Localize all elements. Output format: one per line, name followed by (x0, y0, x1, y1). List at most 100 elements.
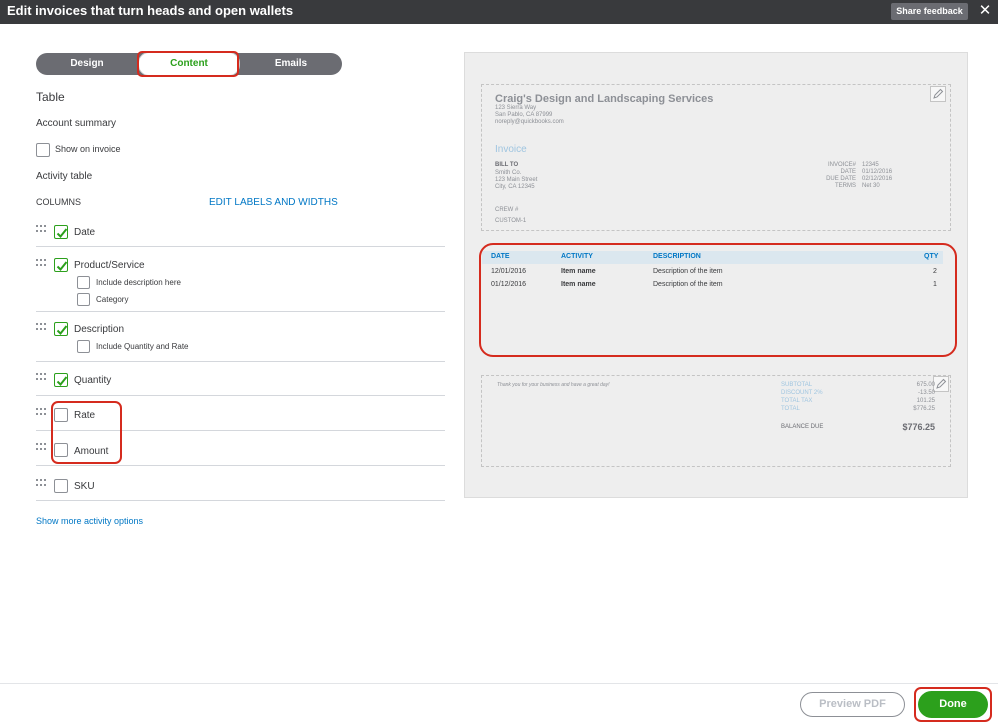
show-on-invoice-checkbox[interactable] (36, 143, 50, 157)
include-description-checkbox[interactable] (77, 276, 90, 289)
tab-design[interactable]: Design (36, 53, 138, 75)
description-column-checkbox[interactable] (54, 322, 68, 336)
row-divider (36, 311, 445, 312)
row-divider (36, 430, 445, 431)
section-title: Table (36, 90, 65, 104)
meta-label: DUE DATE (826, 176, 856, 182)
edit-labels-link[interactable]: EDIT LABELS AND WIDTHS (209, 197, 338, 208)
checkmark-icon (56, 261, 68, 271)
drag-handle-icon[interactable] (36, 373, 46, 381)
meta-label: TERMS (835, 183, 856, 189)
include-description-label: Include description here (96, 278, 181, 287)
preview-pdf-button[interactable]: Preview PDF (800, 692, 905, 717)
drag-handle-icon[interactable] (36, 408, 46, 416)
total-value: -13.50 (917, 390, 935, 396)
quantity-column-checkbox[interactable] (54, 373, 68, 387)
include-quantity-rate-label: Include Quantity and Rate (96, 342, 189, 351)
show-more-activity-options-link[interactable]: Show more activity options (36, 516, 143, 526)
rate-column-label: Rate (74, 410, 96, 421)
meta-value: Net 30 (862, 183, 880, 189)
th-activity: ACTIVITY (561, 253, 593, 260)
tab-emails[interactable]: Emails (240, 53, 342, 75)
sku-column-checkbox[interactable] (54, 479, 68, 493)
company-address-line2: San Pablo, CA 87999 (495, 112, 553, 118)
meta-value: 12345 (862, 162, 879, 168)
close-icon[interactable]: ✕ (977, 2, 993, 20)
pencil-icon[interactable] (930, 86, 946, 102)
th-qty: QTY (924, 253, 939, 260)
category-label: Category (96, 295, 129, 304)
bill-to-line: City, CA 12345 (495, 184, 535, 190)
table-row-date: 12/01/2016 (491, 268, 527, 275)
bill-to-line: 123 Main Street (495, 177, 538, 183)
table-row-activity: Item name (561, 281, 596, 288)
table-row-description: Description of the item (653, 268, 723, 275)
account-summary-label: Account summary (36, 118, 117, 129)
tab-bar: Design Emails Content (36, 52, 342, 76)
row-divider (36, 246, 445, 247)
footer-divider (0, 683, 998, 684)
table-row-qty: 1 (933, 281, 937, 288)
show-on-invoice-label: Show on invoice (55, 144, 121, 154)
meta-label: INVOICE# (827, 162, 856, 168)
pencil-icon[interactable] (933, 376, 949, 392)
row-divider (36, 500, 445, 501)
drag-handle-icon[interactable] (36, 443, 46, 451)
crew-label: CREW # (495, 207, 519, 213)
total-value: 675.00 (916, 382, 935, 388)
total-label: TOTAL TAX (781, 398, 813, 404)
meta-value: 02/12/2016 (862, 176, 893, 182)
date-column-label: Date (74, 227, 96, 238)
include-quantity-rate-checkbox[interactable] (77, 340, 90, 353)
row-divider (36, 361, 445, 362)
done-button[interactable]: Done (918, 691, 988, 718)
drag-handle-icon[interactable] (36, 225, 46, 233)
product-service-column-label: Product/Service (74, 260, 145, 271)
table-row-description: Description of the item (653, 281, 723, 288)
quantity-column-label: Quantity (74, 375, 112, 386)
bill-to-line: Smith Co. (495, 170, 522, 176)
invoice-title: Invoice (495, 144, 527, 155)
sku-column-label: SKU (74, 481, 95, 492)
drag-handle-icon[interactable] (36, 479, 46, 487)
columns-label: COLUMNS (36, 197, 82, 207)
description-column-label: Description (74, 324, 125, 335)
amount-column-checkbox[interactable] (54, 443, 68, 457)
checkmark-icon (56, 228, 68, 238)
date-column-checkbox[interactable] (54, 225, 68, 239)
total-value: $776.25 (913, 406, 935, 412)
bill-to-label: BILL TO (495, 162, 519, 168)
tab-content[interactable]: Content (138, 52, 240, 76)
company-name: Craig's Design and Landscaping Services (495, 93, 714, 105)
rate-column-checkbox[interactable] (54, 408, 68, 422)
row-divider (36, 395, 445, 396)
preview-header-section[interactable] (481, 84, 951, 231)
invoice-customization-dialog: Edit invoices that turn heads and open w… (0, 0, 998, 723)
table-row-qty: 2 (933, 268, 937, 275)
header-bar: Edit invoices that turn heads and open w… (0, 0, 998, 24)
th-description: DESCRIPTION (653, 253, 701, 260)
product-service-column-checkbox[interactable] (54, 258, 68, 272)
share-feedback-button[interactable]: Share feedback (891, 3, 968, 20)
category-checkbox[interactable] (77, 293, 90, 306)
custom-label: CUSTOM-1 (495, 218, 527, 224)
company-email: noreply@quickbooks.com (495, 119, 564, 125)
company-address-line1: 123 Sierra Way (495, 105, 537, 111)
preview-footer-section[interactable] (481, 375, 951, 467)
total-label: SUBTOTAL (781, 382, 813, 388)
balance-due-value: $776.25 (902, 422, 935, 432)
amount-column-label: Amount (74, 446, 109, 457)
preview-table-header: DATE ACTIVITY DESCRIPTION QTY (482, 251, 943, 264)
total-value: 101.25 (916, 398, 935, 404)
thank-you-note: Thank you for your business and have a g… (497, 382, 610, 388)
table-row-date: 01/12/2016 (491, 281, 527, 288)
table-row-activity: Item name (561, 268, 596, 275)
meta-label: DATE (840, 169, 856, 175)
activity-table-label: Activity table (36, 171, 93, 182)
balance-due-label: BALANCE DUE (781, 424, 824, 430)
drag-handle-icon[interactable] (36, 323, 46, 331)
drag-handle-icon[interactable] (36, 259, 46, 267)
checkmark-icon (56, 325, 68, 335)
dialog-title: Edit invoices that turn heads and open w… (7, 3, 294, 18)
checkmark-icon (56, 376, 68, 386)
